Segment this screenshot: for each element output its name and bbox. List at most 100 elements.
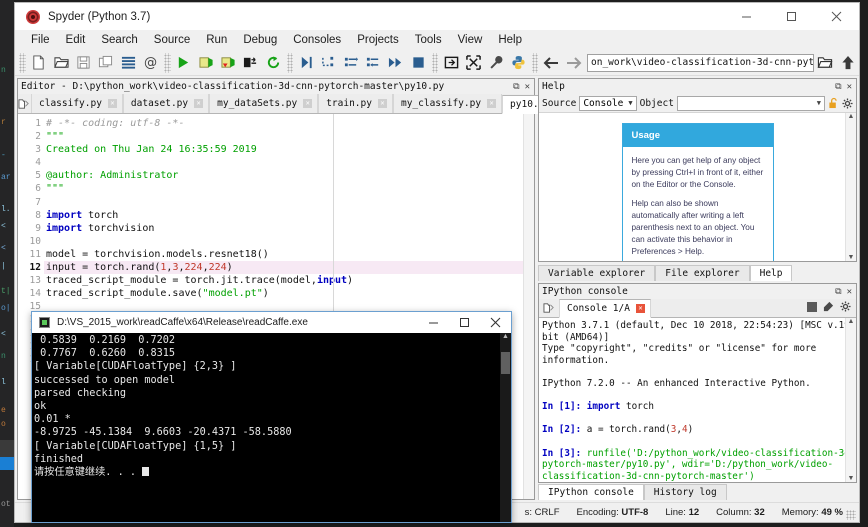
- resize-grip[interactable]: [846, 510, 856, 520]
- command-prompt-window[interactable]: D:\VS_2015_work\readCaffe\x64\Release\re…: [31, 311, 512, 523]
- editor-vertical-scrollbar[interactable]: [523, 114, 534, 499]
- code-line[interactable]: [44, 235, 534, 248]
- menu-tools[interactable]: Tools: [407, 32, 450, 48]
- tab-help[interactable]: Help: [750, 265, 793, 281]
- run-file-icon[interactable]: [173, 51, 195, 75]
- code-line[interactable]: """: [44, 182, 534, 195]
- at-sign-icon[interactable]: @: [140, 51, 162, 75]
- menu-file[interactable]: File: [23, 32, 58, 48]
- step-return-icon[interactable]: [362, 51, 384, 75]
- help-object-input[interactable]: ▼: [677, 96, 825, 111]
- tab-variable-explorer[interactable]: Variable explorer: [538, 265, 655, 281]
- editor-tab-dataset[interactable]: dataset.py ✕: [123, 94, 209, 113]
- run-cell-icon[interactable]: [195, 51, 217, 75]
- cmd-close-button[interactable]: [480, 312, 511, 333]
- console-vertical-scrollbar[interactable]: ▲ ▼: [845, 318, 856, 482]
- continue-icon[interactable]: [385, 51, 407, 75]
- menu-help[interactable]: Help: [490, 32, 530, 48]
- close-icon[interactable]: ✕: [525, 82, 530, 92]
- close-tab-icon[interactable]: ✕: [303, 99, 312, 108]
- code-line[interactable]: # -*- coding: utf-8 -*-: [44, 117, 534, 130]
- gear-icon[interactable]: [840, 301, 851, 315]
- undock-icon[interactable]: ⧉: [835, 82, 841, 92]
- editor-tab-train[interactable]: train.py ✕: [318, 94, 393, 113]
- scroll-up-arrow[interactable]: ▲: [848, 113, 855, 120]
- menu-edit[interactable]: Edit: [58, 32, 94, 48]
- toolbar-grip-debug[interactable]: [287, 53, 294, 73]
- close-tab-icon[interactable]: ✕: [487, 99, 496, 108]
- editor-tab-my-classify[interactable]: my_classify.py ✕: [393, 94, 502, 113]
- editor-tab-my-datasets[interactable]: my_dataSets.py ✕: [209, 94, 318, 113]
- maximize-button[interactable]: [769, 3, 814, 30]
- up-arrow-icon[interactable]: [837, 51, 859, 75]
- re-run-icon[interactable]: [262, 51, 284, 75]
- close-tab-icon[interactable]: ✕: [636, 304, 645, 313]
- code-line[interactable]: input = torch.rand(1,3,224,224): [44, 261, 534, 274]
- step-over-icon[interactable]: [317, 51, 339, 75]
- cmd-maximize-button[interactable]: [449, 312, 480, 333]
- step-into-icon[interactable]: [340, 51, 362, 75]
- undock-icon[interactable]: ⧉: [513, 82, 519, 92]
- minimize-button[interactable]: [724, 3, 769, 30]
- code-line[interactable]: @author: Administrator: [44, 169, 534, 182]
- menu-view[interactable]: View: [450, 32, 491, 48]
- unlock-icon[interactable]: [828, 97, 839, 109]
- cmd-minimize-button[interactable]: [418, 312, 449, 333]
- run-selection-icon[interactable]: [240, 51, 262, 75]
- scroll-up-arrow[interactable]: ▲: [848, 318, 855, 325]
- forward-icon[interactable]: [563, 51, 585, 75]
- help-source-select[interactable]: Console ▼: [579, 96, 636, 111]
- cmd-output-area[interactable]: ▲ 0.5839 0.2169 0.7202 0.7767 0.6260 0.8…: [32, 333, 511, 522]
- clear-console-icon[interactable]: [823, 301, 834, 315]
- close-tab-icon[interactable]: ✕: [378, 99, 387, 108]
- close-tab-icon[interactable]: ✕: [194, 99, 203, 108]
- new-file-icon[interactable]: [28, 51, 50, 75]
- open-file-icon[interactable]: [50, 51, 72, 75]
- code-line[interactable]: import torchvision: [44, 222, 534, 235]
- help-vertical-scrollbar[interactable]: ▲ ▼: [845, 113, 856, 261]
- browse-tabs-icon[interactable]: [539, 299, 559, 318]
- stop-icon[interactable]: [807, 302, 817, 315]
- toolbar-grip-run[interactable]: [164, 53, 171, 73]
- scroll-down-arrow[interactable]: ▼: [848, 254, 855, 261]
- toolbar-grip-nav[interactable]: [532, 53, 539, 73]
- scrollbar-thumb[interactable]: [501, 352, 510, 374]
- save-file-icon[interactable]: [72, 51, 94, 75]
- tab-history-log[interactable]: History log: [644, 484, 727, 500]
- menu-debug[interactable]: Debug: [235, 32, 285, 48]
- menu-source[interactable]: Source: [146, 32, 198, 48]
- code-line[interactable]: traced_script_module.save("model.pt"): [44, 287, 534, 300]
- code-line[interactable]: traced_script_module = torch.jit.trace(m…: [44, 274, 534, 287]
- menu-run[interactable]: Run: [198, 32, 235, 48]
- tab-file-explorer[interactable]: File explorer: [655, 265, 749, 281]
- close-tab-icon[interactable]: ✕: [108, 99, 117, 108]
- code-line[interactable]: [44, 196, 534, 209]
- find-in-files-icon[interactable]: [117, 51, 139, 75]
- maximize-pane-icon[interactable]: [440, 51, 462, 75]
- preferences-icon[interactable]: [485, 51, 507, 75]
- menu-projects[interactable]: Projects: [349, 32, 407, 48]
- console-output[interactable]: ▲ ▼ Python 3.7.1 (default, Dec 10 2018, …: [539, 318, 856, 482]
- back-icon[interactable]: [540, 51, 562, 75]
- toolbar-grip-view[interactable]: [432, 53, 439, 73]
- code-line[interactable]: Created on Thu Jan 24 16:35:59 2019: [44, 143, 534, 156]
- cmd-vertical-scrollbar[interactable]: ▲: [500, 333, 511, 522]
- menu-consoles[interactable]: Consoles: [285, 32, 349, 48]
- stop-debug-icon[interactable]: [407, 51, 429, 75]
- pythonpath-icon[interactable]: [507, 51, 529, 75]
- tab-ipython-console[interactable]: IPython console: [538, 484, 644, 500]
- fullscreen-icon[interactable]: [462, 51, 484, 75]
- close-icon[interactable]: ✕: [847, 287, 852, 297]
- code-line[interactable]: [44, 156, 534, 169]
- toolbar-grip[interactable]: [19, 53, 26, 73]
- close-button[interactable]: [814, 3, 859, 30]
- save-all-icon[interactable]: [95, 51, 117, 75]
- code-line[interactable]: import torch: [44, 209, 534, 222]
- editor-tab-classify[interactable]: classify.py ✕: [31, 94, 123, 113]
- scroll-down-arrow[interactable]: ▼: [848, 475, 855, 482]
- code-line[interactable]: model = torchvision.models.resnet18(): [44, 248, 534, 261]
- code-line[interactable]: """: [44, 130, 534, 143]
- browse-tabs-icon[interactable]: [18, 94, 31, 113]
- debug-file-icon[interactable]: [295, 51, 317, 75]
- working-directory-combo[interactable]: on_work\video-classification-3d-cnn-pyto…: [587, 54, 814, 72]
